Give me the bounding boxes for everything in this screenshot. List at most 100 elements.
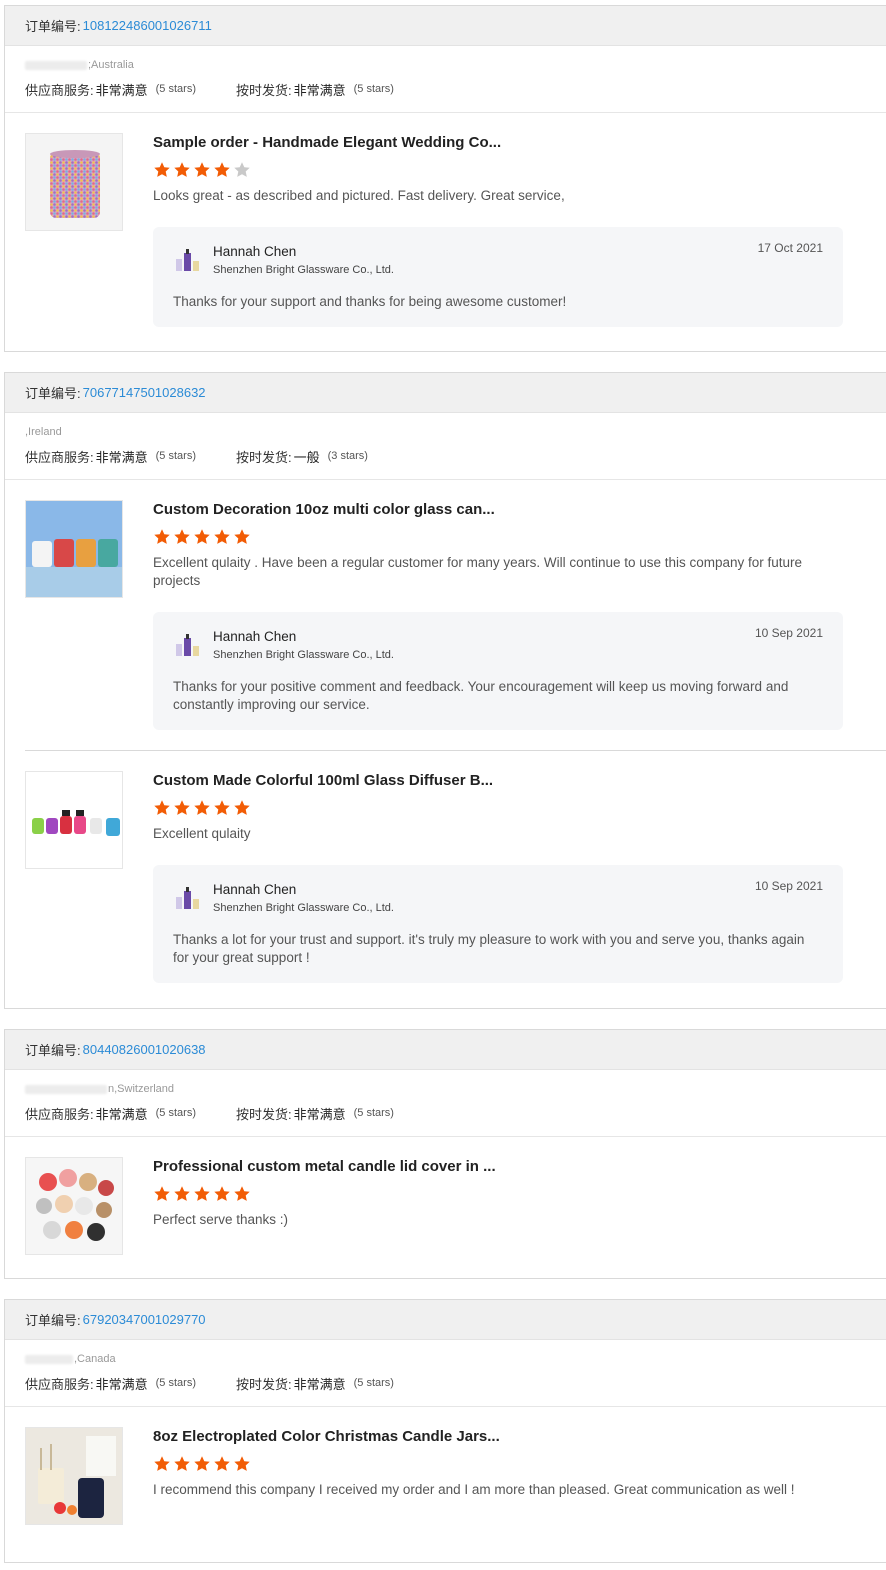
star-filled-icon [233, 1185, 251, 1203]
star-filled-icon [213, 1185, 231, 1203]
buyer-location: n,Switzerland [25, 1082, 866, 1096]
buyer-location-text: ,Canada [74, 1353, 116, 1365]
product-title-link[interactable]: 8oz Electroplated Color Christmas Candle… [153, 1427, 866, 1447]
supplier-reply-company: Shenzhen Bright Glassware Co., Ltd. [213, 649, 394, 661]
supplier-ratings: 供应商服务: 非常满意 (5 stars) 按时发货: 非常满意 (5 star… [25, 1374, 866, 1392]
supplier-service-rating: 供应商服务: 非常满意 (5 stars) [25, 80, 196, 99]
order-header: 订单编号: 67920347001029770 [5, 1300, 886, 1340]
product-image[interactable] [25, 133, 123, 231]
on-time-label: 按时发货: [235, 1106, 292, 1122]
reply-text: Thanks for your support and thanks for b… [173, 294, 567, 309]
star-filled-icon [153, 1455, 171, 1473]
product-image[interactable] [25, 1427, 123, 1525]
order-header: 订单编号: 80440826001020638 [5, 1030, 886, 1070]
order-number-link[interactable]: 67920347001029770 [83, 1312, 206, 1327]
star-rating [153, 1455, 866, 1475]
supplier-service-value: 非常满意 [95, 1376, 148, 1392]
product-review: Custom Decoration 10oz multi color glass… [5, 480, 886, 750]
order-card: 订单编号: 80440826001020638 n,Switzerland 供应… [4, 1029, 886, 1279]
order-card: 订单编号: 108122486001026711 ;Australia 供应商服… [4, 5, 886, 352]
order-card: 订单编号: 67920347001029770 ,Canada 供应商服务: 非… [4, 1299, 886, 1563]
star-filled-icon [173, 799, 191, 817]
star-filled-icon [213, 799, 231, 817]
supplier-reply-name: Hannah Chen [213, 244, 297, 259]
order-header: 订单编号: 108122486001026711 [5, 6, 886, 46]
product-title-link[interactable]: Sample order - Handmade Elegant Wedding … [153, 133, 866, 153]
supplier-service-value: 非常满意 [95, 82, 148, 98]
supplier-reply-company: Shenzhen Bright Glassware Co., Ltd. [213, 264, 394, 276]
on-time-stars: (5 stars) [353, 1377, 394, 1389]
product-title-link[interactable]: Custom Made Colorful 100ml Glass Diffuse… [153, 771, 866, 791]
order-number-link[interactable]: 108122486001026711 [83, 18, 212, 33]
star-filled-icon [193, 799, 211, 817]
on-time-value: 非常满意 [293, 1106, 346, 1122]
reply-date: 17 Oct 2021 [757, 241, 823, 255]
supplier-reply: Hannah Chen Shenzhen Bright Glassware Co… [153, 612, 843, 730]
supplier-avatar-icon [173, 885, 203, 915]
on-time-rating: 按时发货: 一般 (3 stars) [236, 447, 368, 466]
star-filled-icon [213, 1455, 231, 1473]
product-title-link[interactable]: Custom Decoration 10oz multi color glass… [153, 500, 866, 520]
product-image[interactable] [25, 1157, 123, 1255]
review-text: Excellent qulaity . Have been a regular … [153, 555, 803, 588]
star-empty-icon [233, 161, 251, 179]
supplier-reply: Hannah Chen Shenzhen Bright Glassware Co… [153, 227, 843, 327]
redacted-name [25, 1354, 73, 1364]
star-rating [153, 1185, 866, 1205]
review-text: Perfect serve thanks :) [153, 1212, 289, 1227]
supplier-service-stars: (5 stars) [155, 83, 196, 95]
order-header: 订单编号: 70677147501028632 [5, 373, 886, 413]
on-time-label: 按时发货: [235, 82, 292, 98]
order-number-link[interactable]: 70677147501028632 [83, 385, 206, 400]
star-rating [153, 528, 866, 548]
buyer-location: ;Australia [25, 58, 866, 72]
product-image[interactable] [25, 500, 123, 598]
supplier-avatar-icon [173, 247, 203, 277]
supplier-service-rating: 供应商服务: 非常满意 (5 stars) [25, 1104, 196, 1123]
product-review: Professional custom metal candle lid cov… [5, 1137, 886, 1255]
star-filled-icon [193, 1455, 211, 1473]
star-filled-icon [213, 161, 231, 179]
order-number-link[interactable]: 80440826001020638 [83, 1042, 206, 1057]
product-review: 8oz Electroplated Color Christmas Candle… [5, 1407, 886, 1525]
reply-date: 10 Sep 2021 [754, 879, 823, 893]
supplier-service-label: 供应商服务: [25, 82, 94, 98]
supplier-reply: Hannah Chen Shenzhen Bright Glassware Co… [153, 865, 843, 983]
reply-date: 10 Sep 2021 [754, 626, 823, 640]
supplier-ratings: 供应商服务: 非常满意 (5 stars) 按时发货: 非常满意 (5 star… [25, 1104, 866, 1122]
supplier-service-rating: 供应商服务: 非常满意 (5 stars) [25, 1374, 196, 1393]
product-image[interactable] [25, 771, 123, 869]
star-rating [153, 161, 866, 181]
buyer-info: n,Switzerland 供应商服务: 非常满意 (5 stars) 按时发货… [5, 1070, 886, 1137]
supplier-service-stars: (5 stars) [155, 450, 196, 462]
review-text: I recommend this company I received my o… [153, 1482, 795, 1497]
buyer-location: ,Ireland [25, 425, 866, 439]
star-filled-icon [153, 528, 171, 546]
supplier-service-label: 供应商服务: [25, 449, 94, 465]
order-number-label: 订单编号: [25, 386, 81, 401]
buyer-location-text: ;Australia [88, 59, 134, 71]
buyer-location: ,Canada [25, 1352, 866, 1366]
supplier-service-stars: (5 stars) [155, 1107, 196, 1119]
star-filled-icon [153, 161, 171, 179]
star-filled-icon [213, 528, 231, 546]
buyer-location-text: ,Ireland [25, 426, 62, 438]
star-filled-icon [193, 528, 211, 546]
buyer-location-text: n,Switzerland [108, 1083, 175, 1095]
order-number-label: 订单编号: [25, 1043, 81, 1058]
on-time-label: 按时发货: [235, 449, 292, 465]
supplier-ratings: 供应商服务: 非常满意 (5 stars) 按时发货: 一般 (3 stars) [25, 447, 866, 465]
supplier-avatar-icon [173, 632, 203, 662]
order-number-label: 订单编号: [25, 1313, 81, 1328]
star-filled-icon [233, 1455, 251, 1473]
buyer-info: ;Australia 供应商服务: 非常满意 (5 stars) 按时发货: 非… [5, 46, 886, 113]
star-filled-icon [173, 1185, 191, 1203]
buyer-info: ,Canada 供应商服务: 非常满意 (5 stars) 按时发货: 非常满意… [5, 1340, 886, 1407]
reply-text: Thanks for your positive comment and fee… [173, 679, 789, 712]
product-title-link[interactable]: Professional custom metal candle lid cov… [153, 1157, 866, 1177]
on-time-stars: (5 stars) [353, 83, 394, 95]
reply-text: Thanks a lot for your trust and support.… [173, 932, 805, 965]
star-filled-icon [173, 161, 191, 179]
supplier-service-rating: 供应商服务: 非常满意 (5 stars) [25, 447, 196, 466]
supplier-reply-name: Hannah Chen [213, 882, 297, 897]
